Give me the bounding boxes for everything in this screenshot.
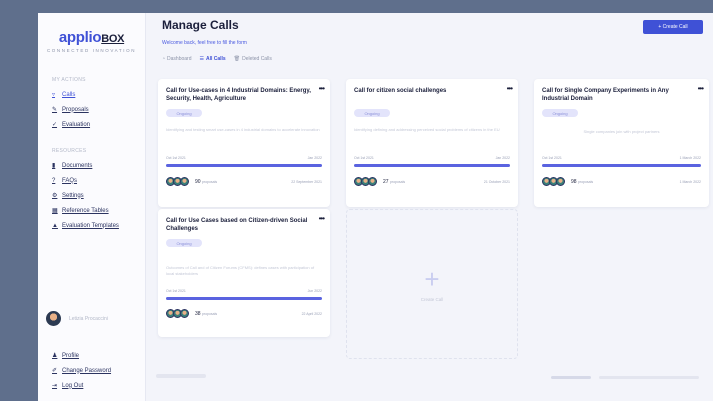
logo: applioBOX	[58, 29, 125, 46]
progress-fill	[542, 164, 701, 167]
user-icon: ♟	[52, 353, 58, 359]
filter-tabs: ◔ Dashboard ☰ All Calls 🗑 Deleted Calls	[162, 56, 272, 62]
participant-avatars	[542, 177, 565, 186]
proposal-count: 27 proposals	[383, 178, 406, 185]
modified-date: 22 September 2021	[291, 179, 322, 184]
page-title: Manage Calls	[162, 18, 239, 32]
proposal-count: 90 proposals	[195, 178, 218, 185]
sidebar-item-profile[interactable]: ♟ Profile	[52, 348, 145, 363]
sidebar-item-evaluation-templates[interactable]: ▲ Evaluation Templates	[52, 218, 145, 233]
avatar	[46, 311, 61, 326]
card-title: Call for Single Company Experiments in A…	[542, 88, 669, 102]
call-card[interactable]: Call for citizen social challenges ••• O…	[346, 79, 518, 207]
filter-icon: ▿	[52, 92, 56, 98]
create-call-button[interactable]: + Create Call	[643, 20, 703, 34]
create-call-label: Create Call	[420, 296, 444, 302]
card-footer: 38 proposals 22 April 2022	[166, 309, 322, 318]
gear-icon: ⚙	[52, 193, 58, 199]
card-title: Call for Use-cases in 4 Industrial Domai…	[166, 88, 311, 102]
page-subtitle: Welcome back, feel free to fill the form	[162, 40, 247, 46]
progress-fill	[166, 297, 322, 300]
card-description: Outcomes of Call and of Citizen Forums (…	[166, 265, 315, 276]
trash-icon: 🗑	[233, 56, 241, 62]
footer-text	[156, 374, 206, 378]
call-card[interactable]: Call for Use Cases based on Citizen-driv…	[158, 209, 330, 337]
proposal-count: 98 proposals	[571, 178, 594, 185]
logout-icon: ⇥	[52, 383, 58, 389]
sidebar-item-settings[interactable]: ⚙ Settings	[52, 188, 145, 203]
tab-deleted-calls[interactable]: 🗑 Deleted Calls	[234, 56, 272, 62]
dashboard-icon: ◔	[162, 56, 166, 62]
template-icon: ▲	[52, 222, 58, 229]
call-card[interactable]: Call for Use-cases in 4 Industrial Domai…	[158, 79, 330, 207]
sidebar-item-documents[interactable]: ▮ Documents	[52, 158, 145, 173]
status-badge: Ongoing	[542, 109, 578, 117]
progress-fill	[354, 164, 510, 167]
card-footer: 90 proposals 22 September 2021	[166, 177, 322, 186]
call-card[interactable]: Call for Single Company Experiments in A…	[534, 79, 709, 207]
pagination-controls[interactable]	[599, 376, 699, 379]
list-icon: ☰	[199, 56, 204, 62]
tab-all-calls[interactable]: ☰ All Calls	[200, 56, 226, 62]
user-name: Letizia Procaccini	[69, 315, 108, 322]
card-dates: Oct 1st 2021 Jun 2022	[166, 289, 322, 293]
logo-tagline: CONNECTED INNOVATION	[46, 48, 137, 53]
card-description: Identifying and testing smart use-cases …	[166, 127, 320, 132]
tab-dashboard[interactable]: ◔ Dashboard	[162, 56, 192, 62]
card-dates: Oct 1st 2021 Jan 2022	[166, 156, 322, 160]
key-icon: ✐	[52, 368, 58, 374]
modified-date: 22 April 2022	[301, 311, 322, 316]
sidebar-item-change-password[interactable]: ✐ Change Password	[52, 363, 145, 378]
status-badge: Ongoing	[166, 109, 202, 117]
document-icon: ▮	[52, 163, 56, 169]
progress-bar	[166, 164, 322, 167]
progress-fill	[166, 164, 322, 167]
card-footer: 98 proposals 1 March 2022	[542, 177, 701, 186]
card-dates: Oct 1st 2021 Jan 2022	[354, 156, 510, 160]
progress-bar	[354, 164, 510, 167]
pagination-info	[551, 376, 591, 379]
more-options-icon[interactable]: •••	[319, 214, 325, 223]
participant-avatars	[166, 309, 189, 318]
sidebar-item-faqs[interactable]: ? FAQs	[52, 173, 145, 188]
account-menu: ♟ Profile ✐ Change Password ⇥ Log Out	[38, 348, 145, 393]
pencil-icon: ✎	[52, 107, 58, 113]
status-badge: Ongoing	[354, 109, 390, 117]
more-options-icon[interactable]: •••	[507, 84, 513, 93]
more-options-icon[interactable]: •••	[698, 84, 704, 93]
proposal-count: 38 proposals	[195, 310, 218, 317]
check-icon: ✓	[52, 122, 58, 128]
sidebar-item-calls[interactable]: ▿ Calls	[52, 87, 145, 102]
status-badge: Ongoing	[166, 239, 202, 247]
pagination[interactable]	[551, 376, 699, 379]
sidebar-item-logout[interactable]: ⇥ Log Out	[52, 378, 145, 393]
card-footer: 27 proposals 21 October 2021	[354, 177, 510, 186]
card-dates: Oct 1st 2021 1 March 2022	[542, 156, 701, 160]
participant-avatars	[166, 177, 189, 186]
table-icon: ▦	[52, 208, 58, 214]
sidebar: applioBOX CONNECTED INNOVATION MY ACTION…	[38, 13, 146, 401]
app-window: applioBOX CONNECTED INNOVATION MY ACTION…	[38, 13, 713, 401]
progress-bar	[166, 297, 322, 300]
create-call-card[interactable]: + Create Call	[346, 209, 518, 359]
card-title: Call for citizen social challenges	[354, 88, 447, 94]
card-description: Identifying defining and addressing perc…	[354, 127, 500, 132]
sidebar-item-proposals[interactable]: ✎ Proposals	[52, 102, 145, 117]
more-options-icon[interactable]: •••	[319, 84, 325, 93]
plus-icon: +	[424, 263, 440, 294]
user-profile[interactable]: Letizia Procaccini	[46, 311, 108, 326]
card-title: Call for Use Cases based on Citizen-driv…	[166, 218, 308, 232]
question-icon: ?	[52, 177, 56, 184]
modified-date: 21 October 2021	[483, 179, 510, 184]
sidebar-item-evaluation[interactable]: ✓ Evaluation	[52, 117, 145, 132]
sidebar-item-reference-tables[interactable]: ▦ Reference Tables	[52, 203, 145, 218]
main-content: Manage Calls Welcome back, feel free to …	[146, 13, 713, 401]
progress-bar	[542, 164, 701, 167]
card-description: Single companies join with project partn…	[583, 129, 660, 134]
participant-avatars	[354, 177, 377, 186]
modified-date: 1 March 2022	[679, 179, 701, 184]
